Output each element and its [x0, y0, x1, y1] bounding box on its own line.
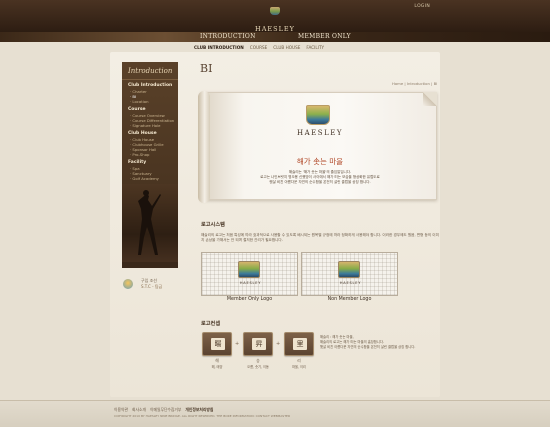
footer-link-email-policy[interactable]: 이메일무단수집거부 [150, 407, 181, 413]
hero-slogan: 해가 솟는 마을 [296, 157, 344, 166]
sidebar-section-title[interactable]: Club House [128, 131, 178, 136]
sun-icon [123, 279, 133, 289]
footer-link-terms[interactable]: 이용약관 [114, 407, 128, 413]
contact-info: 구입 조선 S.T.C - 팀금 [123, 278, 179, 292]
footer-link-company[interactable]: 회사소개 [132, 407, 146, 413]
haesley-logo[interactable]: HAESLEY [252, 7, 298, 35]
sidebar-title: Introduction [122, 62, 178, 80]
nav-tab-introduction[interactable]: INTRODUCTION [200, 32, 256, 42]
crest-icon [338, 261, 360, 278]
sidebar-section-club-introduction: Club Introduction · Charter · BI · Locat… [122, 80, 178, 104]
sub-nav: CLUB INTRODUCTION COURSE CLUB HOUSE FACI… [194, 44, 324, 51]
page-title: BI [200, 62, 213, 75]
concept-char-3: 里 [284, 332, 314, 356]
subnav-course[interactable]: COURSE [250, 44, 268, 51]
plus-icon: + [276, 341, 281, 347]
member-only-logo-box[interactable]: HAESLEY [201, 252, 298, 296]
contact-number: S.T.C - 팀금 [141, 284, 163, 289]
plus-icon: + [235, 341, 240, 347]
concept-sub: 오름, 솟기, 이동 [247, 365, 269, 369]
footer-link-privacy[interactable]: 개인정보처리방침 [185, 407, 213, 413]
sidebar-section-course: Course · Course Overview · Course Differ… [122, 104, 178, 128]
bi-hero-scroll: HAESLEY 해가 솟는 마을 해슬리는 '해가 솟는 마을'의 줄임말입니다… [198, 91, 437, 203]
sidebar-section-title[interactable]: Club Introduction [128, 83, 178, 88]
hero-brand: HAESLEY [297, 129, 343, 137]
breadcrumb: Home | Introduction | BI [392, 81, 438, 86]
non-member-logo-box[interactable]: HAESLEY [301, 252, 398, 296]
logo-mark-text: HAESLEY [339, 281, 362, 285]
page-curl [423, 92, 437, 106]
login-link[interactable]: LOGIN [414, 4, 430, 9]
non-member-logo-caption: Non Member Logo [327, 297, 372, 302]
nav-tab-member-only[interactable]: MEMBER ONLY [298, 32, 351, 42]
sidebar: Introduction Club Introduction · Charter… [122, 62, 178, 268]
subnav-facility[interactable]: FACILITY [306, 44, 324, 51]
golfer-image [122, 184, 178, 268]
concept-char-1: 暘 [202, 332, 232, 356]
concept-char-2: 昇 [243, 332, 273, 356]
hanja-glyph: 昇 [252, 338, 266, 350]
main-nav: INTRODUCTION MEMBER ONLY [0, 32, 550, 42]
scroll-roll [198, 91, 210, 203]
crest-icon [238, 261, 260, 278]
hanja-glyph: 里 [293, 338, 307, 350]
concept-sub: 마을, 이리 [292, 365, 306, 369]
logo-mark-text: HAESLEY [239, 281, 262, 285]
haesley-crest-icon [306, 105, 330, 125]
subnav-club-introduction[interactable]: CLUB INTRODUCTION [194, 44, 244, 51]
member-only-logo-caption: Member Only Logo [226, 297, 273, 302]
logo-system-heading: 로고시스템 [201, 222, 225, 228]
sidebar-section-facility: Facility · Spa · Sanctuary · Golf Academ… [122, 157, 178, 181]
concept-sub: 해, 태양 [211, 365, 223, 369]
sidebar-item-golf-academy[interactable]: · Golf Academy [128, 176, 178, 181]
crest-icon [270, 7, 280, 15]
hanja-glyph: 暘 [211, 338, 225, 350]
logo-concept-text: 해슬리 : 해가 솟는 마을, 해슬리의 로고는 해가 떠는 마을의 홈장합니다… [320, 335, 416, 349]
top-bar: HAESLEY LOGIN [0, 0, 550, 35]
sidebar-section-title[interactable]: Course [128, 107, 178, 112]
footer-links: 이용약관 회사소개 이메일무단수집거부 개인정보처리방침 [114, 407, 213, 413]
footer: 이용약관 회사소개 이메일무단수집거부 개인정보처리방침 COPYRIGHT 2… [0, 400, 550, 427]
subnav-club-house[interactable]: CLUB HOUSE [273, 44, 300, 51]
hero-description: 해슬리는 '해가 솟는 마을'의 줄임말입니다. 로고는 나인브릿지 명오용 신… [260, 170, 380, 185]
sidebar-section-title[interactable]: Facility [128, 160, 178, 165]
logo-concept-heading: 로고컨셉 [201, 321, 221, 327]
copyright: COPYRIGHT 2010 BY HAESLEY NINE BRIDGE. A… [114, 414, 291, 418]
sidebar-section-club-house: Club House · Club House · Clubhouse Gril… [122, 128, 178, 157]
logo-system-text: 해슬리의 로고는 처음 특성에 따라 효과적으로 사용할 수 있도록 배시되는 … [201, 233, 439, 243]
